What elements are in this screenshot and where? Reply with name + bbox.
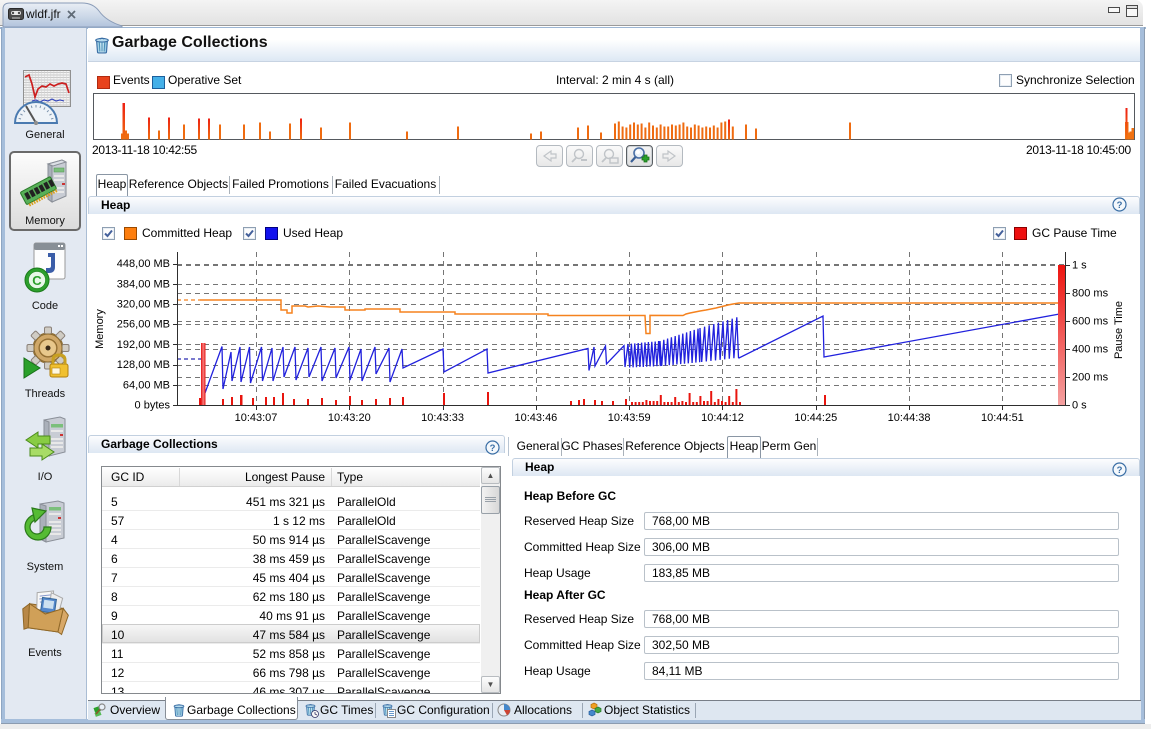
svg-text:64,00 MB: 64,00 MB [123,379,170,391]
svg-text:448,00 MB: 448,00 MB [117,258,170,270]
svg-text:320,00 MB: 320,00 MB [117,299,170,311]
svg-text:10:44:51: 10:44:51 [981,412,1024,424]
svg-text:192,00 MB: 192,00 MB [117,339,170,351]
svg-text:10:43:33: 10:43:33 [421,412,464,424]
svg-text:400 ms: 400 ms [1072,344,1109,356]
svg-text:Pause Time: Pause Time [1113,301,1125,359]
svg-text:10:43:59: 10:43:59 [608,412,651,424]
svg-text:128,00 MB: 128,00 MB [117,359,170,371]
svg-text:10:44:12: 10:44:12 [701,412,744,424]
svg-text:384,00 MB: 384,00 MB [117,278,170,290]
svg-text:10:44:38: 10:44:38 [888,412,931,424]
svg-text:?: ? [490,443,496,454]
svg-text:10:43:20: 10:43:20 [328,412,371,424]
svg-text:800 ms: 800 ms [1072,288,1109,300]
svg-text:10:43:07: 10:43:07 [235,412,278,424]
svg-text:1 s: 1 s [1072,260,1087,272]
svg-text:10:44:25: 10:44:25 [794,412,837,424]
svg-text:256,00 MB: 256,00 MB [117,319,170,331]
svg-text:?: ? [1117,200,1123,211]
svg-text:0 bytes: 0 bytes [135,400,171,412]
svg-text:?: ? [1117,465,1123,476]
svg-text:0 s: 0 s [1072,400,1087,412]
svg-text:600 ms: 600 ms [1072,316,1109,328]
svg-text:10:43:46: 10:43:46 [514,412,557,424]
svg-text:Memory: Memory [94,309,106,349]
svg-text:200 ms: 200 ms [1072,372,1109,384]
